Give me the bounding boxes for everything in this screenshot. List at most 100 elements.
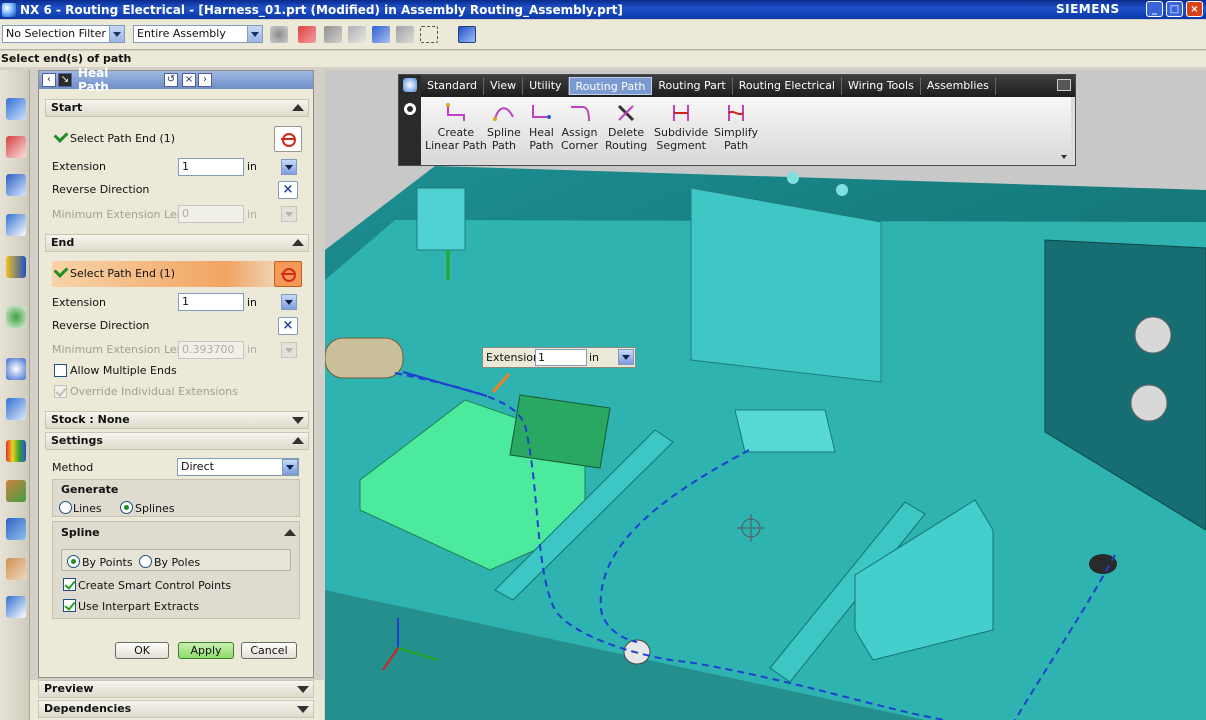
gear-icon[interactable] [404,103,416,115]
constraint-navigator-icon[interactable] [6,136,26,158]
right-connector-lower [1130,384,1168,422]
end-reverse-direction-button[interactable]: × [278,317,298,335]
start-reverse-direction-button[interactable]: × [278,181,298,199]
roles-icon[interactable] [6,480,26,502]
preview-panel-header[interactable]: Preview [38,680,314,698]
start-select-label: Select Path End (1) [70,132,176,145]
graphics-window[interactable] [325,70,1206,720]
spline-path-icon [492,103,515,123]
rectangle-select-icon[interactable] [420,26,438,43]
siemens-brand: SIEMENS [1056,2,1120,16]
by-points-label: By Points [82,556,133,569]
start-section-header[interactable]: Start [45,99,309,117]
end-reverse-label: Reverse Direction [52,319,150,332]
history-clock-icon[interactable] [6,358,26,380]
floating-extension-field[interactable]: 1 [535,349,587,366]
smart-control-points-checkbox[interactable] [63,578,76,591]
assign-corner-line1: Assign [561,126,598,139]
selection-filter-dropdown[interactable]: No Selection Filter [2,25,125,43]
end-extension-input[interactable]: 1 [178,293,244,311]
lasso-select-icon[interactable] [396,26,414,43]
subdivide-segment-command[interactable]: Subdivide Segment [654,103,708,152]
tab-routing-electrical[interactable]: Routing Electrical [733,77,842,95]
apply-button[interactable]: Apply [178,642,234,659]
simplify-path-command[interactable]: Simplify Path [714,103,758,152]
assign-corner-line2: Corner [561,139,599,152]
web-browser-icon[interactable] [6,306,26,328]
heal-path-icon: ↘ [58,73,72,87]
cube-view-icon[interactable] [458,26,476,43]
start-extension-input[interactable]: 1 [178,158,244,176]
end-select-path-end[interactable]: Select Path End (1) [52,261,302,287]
chevron-up-icon [292,239,304,246]
chevron-down-icon[interactable] [282,459,298,475]
peg-1 [787,172,799,184]
cancel-button[interactable]: Cancel [241,642,297,659]
chevron-up-icon[interactable] [284,529,296,536]
smart-control-points-label: Create Smart Control Points [78,579,232,592]
allow-multiple-ends-checkbox[interactable] [54,364,67,377]
spline-path-command[interactable]: Spline Path [487,103,521,152]
create-linear-path-command[interactable]: Create Linear Path [425,103,487,152]
select-face-icon[interactable] [348,26,366,43]
tab-view[interactable]: View [484,77,524,95]
heal-path-command[interactable]: Heal Path [529,103,554,152]
crosshair-target-icon[interactable] [274,126,302,152]
close-button[interactable]: × [1186,1,1203,17]
routing-tools-icon[interactable] [6,256,26,278]
ok-button[interactable]: OK [115,642,169,659]
document-icon[interactable] [6,596,26,618]
close-icon[interactable]: × [182,73,196,87]
user-icon[interactable] [6,558,26,580]
ribbon-options-icon[interactable] [1057,79,1071,91]
system-materials-icon[interactable] [6,398,26,420]
tab-assemblies[interactable]: Assemblies [921,77,996,95]
floating-extension-spinner[interactable] [618,349,634,365]
end-extension-spinner[interactable] [281,294,297,310]
method-dropdown[interactable]: Direct [177,458,299,476]
end-extension-label: Extension [52,296,107,309]
interpart-extracts-checkbox[interactable] [63,599,76,612]
part-navigator-icon[interactable] [6,174,26,196]
right-connector-upper [1134,316,1172,354]
visualization-icon[interactable] [6,518,26,540]
vertical-board [690,187,882,383]
tab-standard[interactable]: Standard [421,77,485,95]
delete-routing-command[interactable]: Delete Routing [605,103,647,152]
scope-value: Entire Assembly [137,27,226,40]
maximize-button[interactable]: □ [1166,1,1183,17]
assembly-navigator-icon[interactable] [6,98,26,120]
dependencies-panel-header[interactable]: Dependencies [38,700,314,718]
ribbon-expand-icon[interactable] [1061,155,1067,159]
by-poles-radio[interactable] [139,555,152,568]
reset-icon[interactable]: ↺ [164,73,178,87]
snap-point-icon[interactable] [298,26,316,43]
tab-routing-part[interactable]: Routing Part [652,77,733,95]
end-section-header[interactable]: End [45,234,309,252]
routing-ribbon: Standard View Utility Routing Path Routi… [398,74,1076,166]
tab-routing-path[interactable]: Routing Path [568,77,653,95]
generate-splines-radio[interactable] [120,501,133,514]
palette-icon[interactable] [6,440,26,462]
override-extensions-label: Override Individual Extensions [70,385,238,398]
start-extension-spinner[interactable] [281,159,297,175]
stock-section-header[interactable]: Stock : None [45,411,309,429]
generate-lines-radio[interactable] [59,501,72,514]
method-label: Method [52,461,94,474]
assign-corner-command[interactable]: Assign Corner [561,103,598,152]
start-select-path-end[interactable]: Select Path End (1) [52,126,302,152]
settings-section-header[interactable]: Settings [45,432,309,450]
tab-wiring-tools[interactable]: Wiring Tools [842,77,921,95]
by-points-radio[interactable] [67,555,80,568]
minimize-button[interactable]: _ [1146,1,1163,17]
scope-dropdown[interactable]: Entire Assembly [133,25,263,43]
gear-icon[interactable] [270,26,288,43]
interpart-extracts-label: Use Interpart Extracts [78,600,200,613]
reuse-library-icon[interactable] [6,214,26,236]
chevron-right-icon[interactable]: › [198,73,212,87]
crosshair-target-icon[interactable] [274,261,302,287]
tab-utility[interactable]: Utility [523,77,569,95]
undo-icon[interactable] [324,26,342,43]
chevron-left-icon[interactable]: ‹ [42,73,56,87]
cursor-select-icon[interactable] [372,26,390,43]
